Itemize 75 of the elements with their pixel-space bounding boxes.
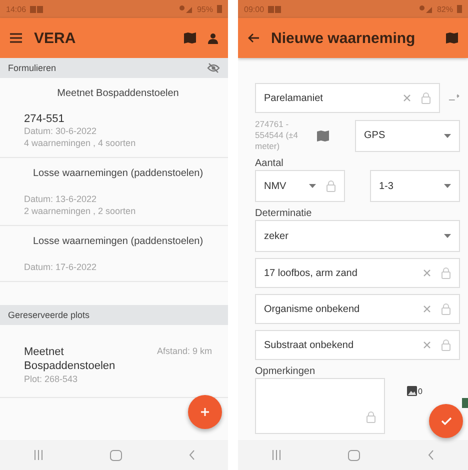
home-icon[interactable]: [110, 450, 122, 460]
app-title: VERA: [34, 30, 77, 46]
input-field[interactable]: Organisme onbekend: [255, 294, 460, 324]
lock-icon[interactable]: [421, 92, 432, 104]
clear-icon[interactable]: [423, 305, 431, 313]
lock-icon[interactable]: [441, 339, 451, 351]
plot-distance: Afstand: 9 km: [156, 345, 212, 358]
battery-level: 82%: [436, 4, 453, 14]
unit-dropdown[interactable]: NMV: [255, 170, 345, 202]
section-title: Gereserveerde plots: [8, 310, 90, 320]
plus-icon: [201, 408, 209, 416]
caret-icon: [309, 184, 316, 188]
lock-icon[interactable]: [366, 411, 376, 423]
photo-count: 0: [418, 387, 422, 396]
lock-icon[interactable]: [441, 267, 451, 279]
field-label: Opmerkingen: [255, 366, 316, 377]
back-icon[interactable]: [428, 450, 434, 460]
form-card[interactable]: Losse waarnemingen (paddenstoelen) Datum: 17-6-2022: [0, 226, 228, 282]
map-icon[interactable]: [317, 130, 329, 142]
map-icon[interactable]: [184, 32, 196, 44]
field-label: Determinatie: [255, 208, 313, 219]
caret-icon: [444, 184, 451, 188]
field-label: Aantal: [255, 158, 284, 169]
form-summary: 4 waarnemingen , 4 soorten: [24, 137, 137, 149]
input-field[interactable]: Substraat onbekend: [255, 330, 460, 360]
clear-icon[interactable]: [403, 94, 412, 102]
menu-icon[interactable]: [10, 33, 22, 43]
source-dropdown[interactable]: GPS: [355, 120, 460, 152]
notification-icons: [268, 6, 282, 12]
plot-name: Meetnet Bospaddenstoelen: [24, 345, 116, 373]
form-code: 274-551: [24, 113, 66, 125]
count-dropdown[interactable]: 1-3: [370, 170, 460, 202]
add-button[interactable]: [188, 395, 222, 429]
lock-icon[interactable]: [326, 180, 336, 192]
plot-number: Plot: 268-543: [24, 373, 79, 385]
status-time: 09:00: [244, 4, 264, 14]
caret-icon: [444, 134, 451, 138]
back-arrow-icon[interactable]: [248, 33, 259, 43]
recents-icon[interactable]: [34, 450, 42, 460]
notification-icons: [30, 6, 44, 12]
form-date: Datum: 30-6-2022: [24, 125, 98, 137]
determination-dropdown[interactable]: zeker: [255, 220, 460, 252]
image-icon[interactable]: [407, 386, 417, 396]
clear-icon[interactable]: [423, 341, 431, 349]
remarks-field[interactable]: [255, 378, 385, 434]
signal-icons: [178, 5, 193, 13]
form-date: Datum: 13-6-2022: [24, 193, 98, 205]
back-icon[interactable]: [188, 450, 194, 460]
battery-icon: [457, 5, 462, 13]
clear-icon[interactable]: [423, 269, 431, 277]
check-icon: [440, 417, 452, 425]
status-time: 14:06: [6, 4, 26, 14]
form-title: Losse waarnemingen (paddenstoelen): [32, 236, 204, 247]
recents-icon[interactable]: [272, 450, 281, 460]
form-date: Datum: 17-6-2022: [24, 261, 98, 273]
form-summary: 2 waarnemingen , 2 soorten: [24, 205, 137, 217]
input-field[interactable]: 17 loofbos, arm zand: [255, 258, 460, 288]
eye-off-icon[interactable]: [207, 63, 220, 73]
section-title: Formulieren: [8, 63, 56, 73]
lock-icon[interactable]: [441, 303, 451, 315]
coordinates-text: 274761 - 554544 (±4 meter): [255, 119, 299, 152]
form-title: Losse waarnemingen (paddenstoelen): [32, 168, 204, 179]
user-icon[interactable]: [208, 32, 218, 44]
form-card[interactable]: Meetnet Bospaddenstoelen 274-551 Datum: 30-6-2022 4 waarnemingen , 4 soorten: [0, 78, 228, 158]
save-button[interactable]: [429, 404, 463, 438]
battery-icon: [217, 5, 222, 13]
map-icon[interactable]: [446, 32, 458, 44]
form-title: Meetnet Bospaddenstoelen: [56, 88, 180, 99]
battery-level: 95%: [196, 4, 213, 14]
app-title: Nieuwe waarneming: [271, 30, 416, 46]
form-card[interactable]: Losse waarnemingen (paddenstoelen) Datum: 13-6-2022 2 waarnemingen , 2 soorten: [0, 158, 228, 226]
species-field[interactable]: Parelamaniet: [255, 83, 440, 113]
home-icon[interactable]: [348, 450, 360, 460]
caret-icon: [444, 234, 451, 238]
signal-icons: [418, 5, 433, 13]
